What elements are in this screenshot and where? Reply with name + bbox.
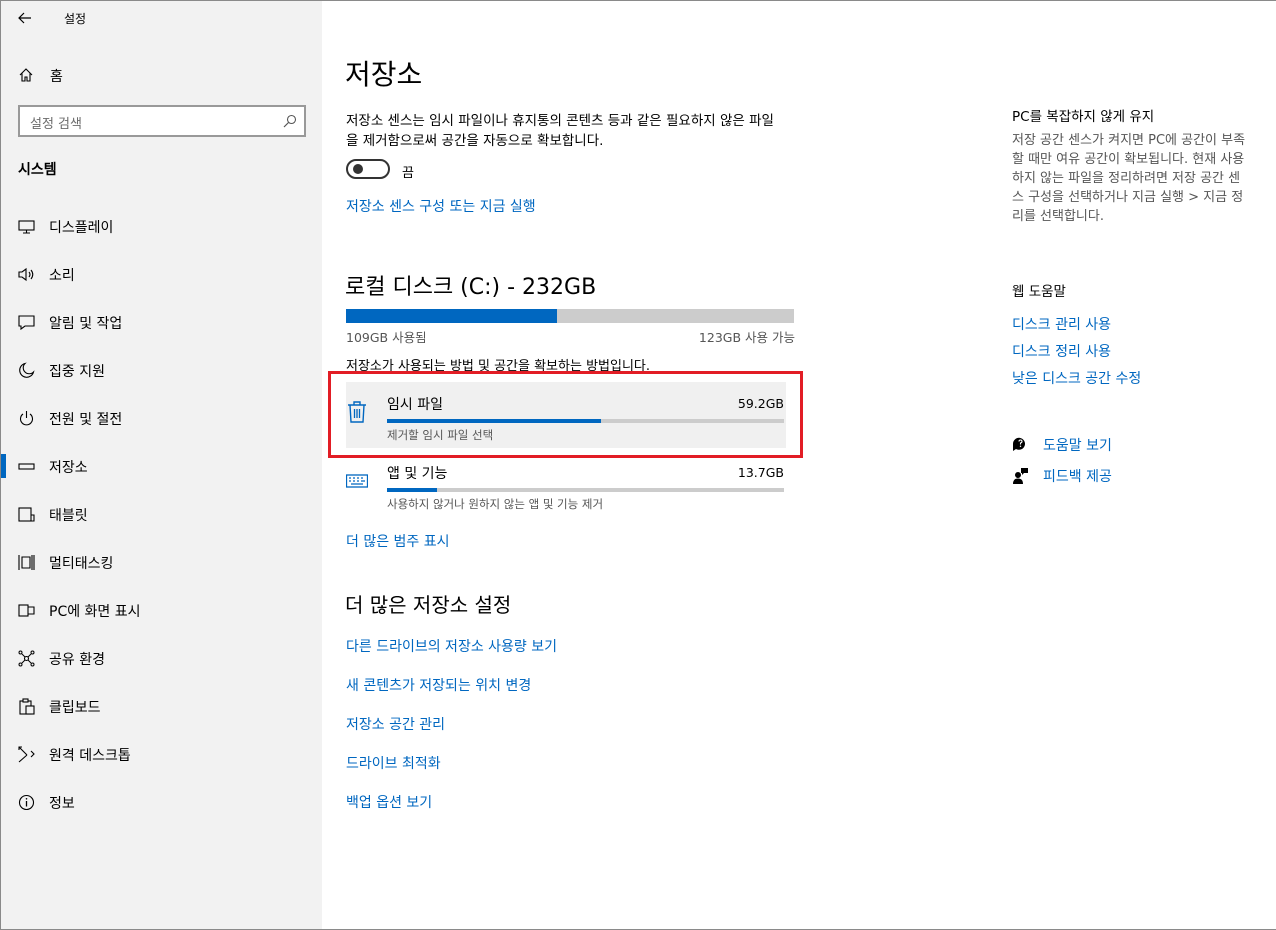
sidebar-item-remote-desktop[interactable]: 원격 데스크톱 (1, 730, 322, 778)
sidebar-item-about[interactable]: 정보 (1, 778, 322, 826)
category-size: 13.7GB (737, 465, 784, 480)
sidebar-item-clipboard[interactable]: 클립보드 (1, 682, 322, 730)
sidebar-item-project[interactable]: PC에 화면 표시 (1, 586, 322, 634)
give-feedback-link[interactable]: 피드백 제공 (1012, 464, 1212, 488)
storage-sense-toggle[interactable] (346, 159, 390, 179)
sidebar-item-share[interactable]: 공유 환경 (1, 634, 322, 682)
clipboard-icon (19, 698, 35, 715)
back-arrow-icon (18, 12, 31, 24)
manage-storage-spaces-link[interactable]: 저장소 공간 관리 (346, 714, 445, 734)
sidebar-item-label: 소리 (49, 268, 75, 284)
drive-used-label: 109GB 사용됨 (346, 330, 427, 345)
sidebar-item-label: 원격 데스크톱 (49, 748, 131, 764)
home-icon (19, 68, 33, 82)
category-apps-features[interactable]: 앱 및 기능 13.7GB 사용하지 않거나 원하지 않는 앱 및 기능 제거 (346, 451, 786, 517)
category-subtext: 사용하지 않거나 원하지 않는 앱 및 기능 제거 (387, 497, 604, 511)
search-input[interactable]: 설정 검색 (18, 105, 306, 137)
back-button[interactable] (9, 3, 41, 33)
sidebar-item-label: 알림 및 작업 (49, 316, 123, 332)
remote-desktop-icon (18, 746, 35, 763)
highlight-box (328, 371, 803, 458)
disk-management-link[interactable]: 디스크 관리 사용 (1012, 314, 1111, 334)
sidebar-item-label: PC에 화면 표시 (49, 604, 141, 620)
keyboard-icon (346, 474, 368, 488)
share-icon (18, 650, 35, 667)
monitor-icon (18, 220, 35, 234)
sidebar-item-label: 디스플레이 (49, 220, 114, 236)
disk-cleanup-link[interactable]: 디스크 정리 사용 (1012, 341, 1111, 361)
sidebar-item-label: 전원 및 절전 (49, 412, 123, 428)
sidebar-nav: 디스플레이 소리 알림 및 작업 집중 지원 전원 및 절전 저장소 태블릿 멀… (1, 202, 322, 826)
notification-icon (18, 315, 35, 331)
fix-low-disk-space-link[interactable]: 낮은 디스크 공간 수정 (1012, 368, 1141, 388)
keep-pc-tidy-title: PC를 복잡하지 않게 유지 (1012, 109, 1155, 125)
help-label: 도움말 보기 (1043, 438, 1112, 454)
sidebar-item-label: 태블릿 (49, 508, 88, 524)
sidebar-item-storage[interactable]: 저장소 (1, 442, 322, 490)
sidebar-item-label: 공유 환경 (49, 652, 105, 668)
more-settings-title: 더 많은 저장소 설정 (345, 593, 512, 617)
other-drives-usage-link[interactable]: 다른 드라이브의 저장소 사용량 보기 (346, 636, 557, 656)
drive-usage-bar (346, 309, 794, 323)
toggle-state-label: 끔 (402, 166, 414, 181)
drive-usage-fill (346, 309, 557, 323)
sidebar-item-power[interactable]: 전원 및 절전 (1, 394, 322, 442)
page-title: 저장소 (345, 58, 423, 91)
search-placeholder: 설정 검색 (30, 117, 82, 132)
settings-window: 설정 홈 설정 검색 시스템 디스플레이 소리 알림 및 작업 집중 지원 전원… (0, 0, 1276, 930)
feedback-label: 피드백 제공 (1043, 469, 1112, 485)
web-help-title: 웹 도움말 (1012, 284, 1066, 300)
sidebar-item-label: 저장소 (49, 460, 88, 476)
sidebar-item-label: 멀티태스킹 (49, 556, 114, 572)
configure-storage-sense-link[interactable]: 저장소 센스 구성 또는 지금 실행 (346, 196, 536, 216)
backup-options-link[interactable]: 백업 옵션 보기 (346, 792, 432, 812)
keep-pc-tidy-text: 저장 공간 센스가 켜지면 PC에 공간이 부족할 때만 여유 공간이 확보됩니… (1012, 133, 1246, 224)
storage-sense-description: 저장소 센스는 임시 파일이나 휴지통의 콘텐츠 등과 같은 필요하지 않은 파… (346, 113, 774, 149)
sidebar-item-label: 정보 (49, 796, 75, 812)
sidebar-item-focus-assist[interactable]: 집중 지원 (1, 346, 322, 394)
drive-title: 로컬 디스크 (C:) - 232GB (345, 275, 597, 300)
sidebar-item-label: 집중 지원 (49, 364, 105, 380)
get-help-link[interactable]: 도움말 보기 (1012, 433, 1212, 457)
sidebar-item-tablet[interactable]: 태블릿 (1, 490, 322, 538)
multitasking-icon (18, 555, 35, 570)
info-icon (18, 794, 35, 811)
category-usage-bar (387, 488, 784, 492)
sidebar-item-display[interactable]: 디스플레이 (1, 202, 322, 250)
project-icon (18, 604, 35, 617)
sidebar-item-sound[interactable]: 소리 (1, 250, 322, 298)
sidebar-item-notifications[interactable]: 알림 및 작업 (1, 298, 322, 346)
sidebar-item-multitasking[interactable]: 멀티태스킹 (1, 538, 322, 586)
feedback-icon (1013, 468, 1028, 484)
app-title: 설정 (64, 12, 87, 26)
sidebar-item-label: 홈 (50, 69, 63, 85)
change-save-location-link[interactable]: 새 콘텐츠가 저장되는 위치 변경 (346, 675, 531, 695)
more-categories-link[interactable]: 더 많은 범주 표시 (346, 531, 450, 551)
search-icon (283, 114, 297, 128)
active-indicator (1, 454, 6, 478)
speaker-icon (18, 267, 34, 282)
moon-icon (19, 362, 35, 378)
category-name: 앱 및 기능 (387, 466, 448, 482)
toggle-knob (353, 164, 363, 174)
sidebar-section-title: 시스템 (18, 162, 57, 178)
tablet-icon (18, 507, 35, 522)
power-icon (19, 411, 34, 426)
titlebar-left: 설정 (1, 1, 322, 35)
storage-icon (18, 463, 35, 470)
optimize-drives-link[interactable]: 드라이브 최적화 (346, 753, 441, 773)
category-usage-fill (387, 488, 437, 492)
help-chat-icon (1012, 437, 1025, 451)
drive-free-label: 123GB 사용 가능 (698, 330, 795, 345)
sidebar: 설정 홈 설정 검색 시스템 디스플레이 소리 알림 및 작업 집중 지원 전원… (1, 1, 322, 929)
sidebar-item-label: 클립보드 (49, 700, 101, 716)
main-content: 저장소 저장소 센스는 임시 파일이나 휴지통의 콘텐츠 등과 같은 필요하지 … (322, 1, 1276, 929)
sidebar-item-home[interactable]: 홈 (1, 57, 322, 93)
